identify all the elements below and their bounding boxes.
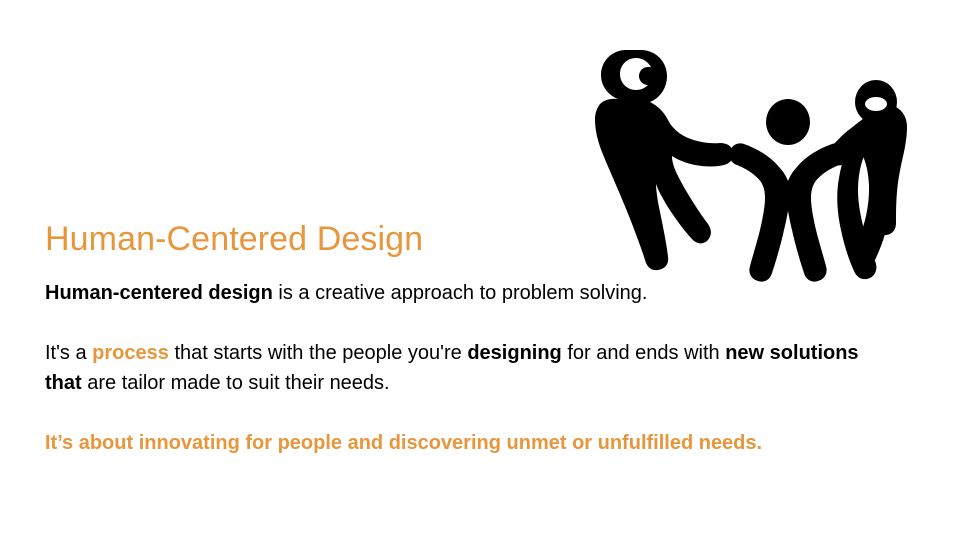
paragraph-definition-rest: is a creative approach to problem solvin… (272, 282, 648, 304)
paragraph-definition: Human-centered design is a creative appr… (45, 278, 905, 308)
slide-content: Human-Centered Design Human-centered des… (45, 218, 905, 458)
paragraph-process-seg5: for and ends with (561, 342, 726, 364)
paragraph-process-seg1: It's a (45, 342, 93, 364)
paragraph-innovating: It’s about innovating for people and dis… (45, 432, 763, 454)
slide: Human-Centered Design Human-centered des… (0, 0, 960, 540)
paragraph-process: It's a process that starts with the peop… (45, 338, 875, 398)
paragraph-definition-lead: Human-centered design (45, 282, 273, 304)
paragraph-process-seg3: that starts with the people you're (168, 342, 468, 364)
paragraph-process-seg7: are tailor made to suit their needs. (81, 372, 390, 394)
page-title: Human-Centered Design (45, 220, 424, 258)
paragraph-process-designing: designing (467, 342, 562, 364)
paragraph-process-highlight: process (92, 342, 169, 364)
